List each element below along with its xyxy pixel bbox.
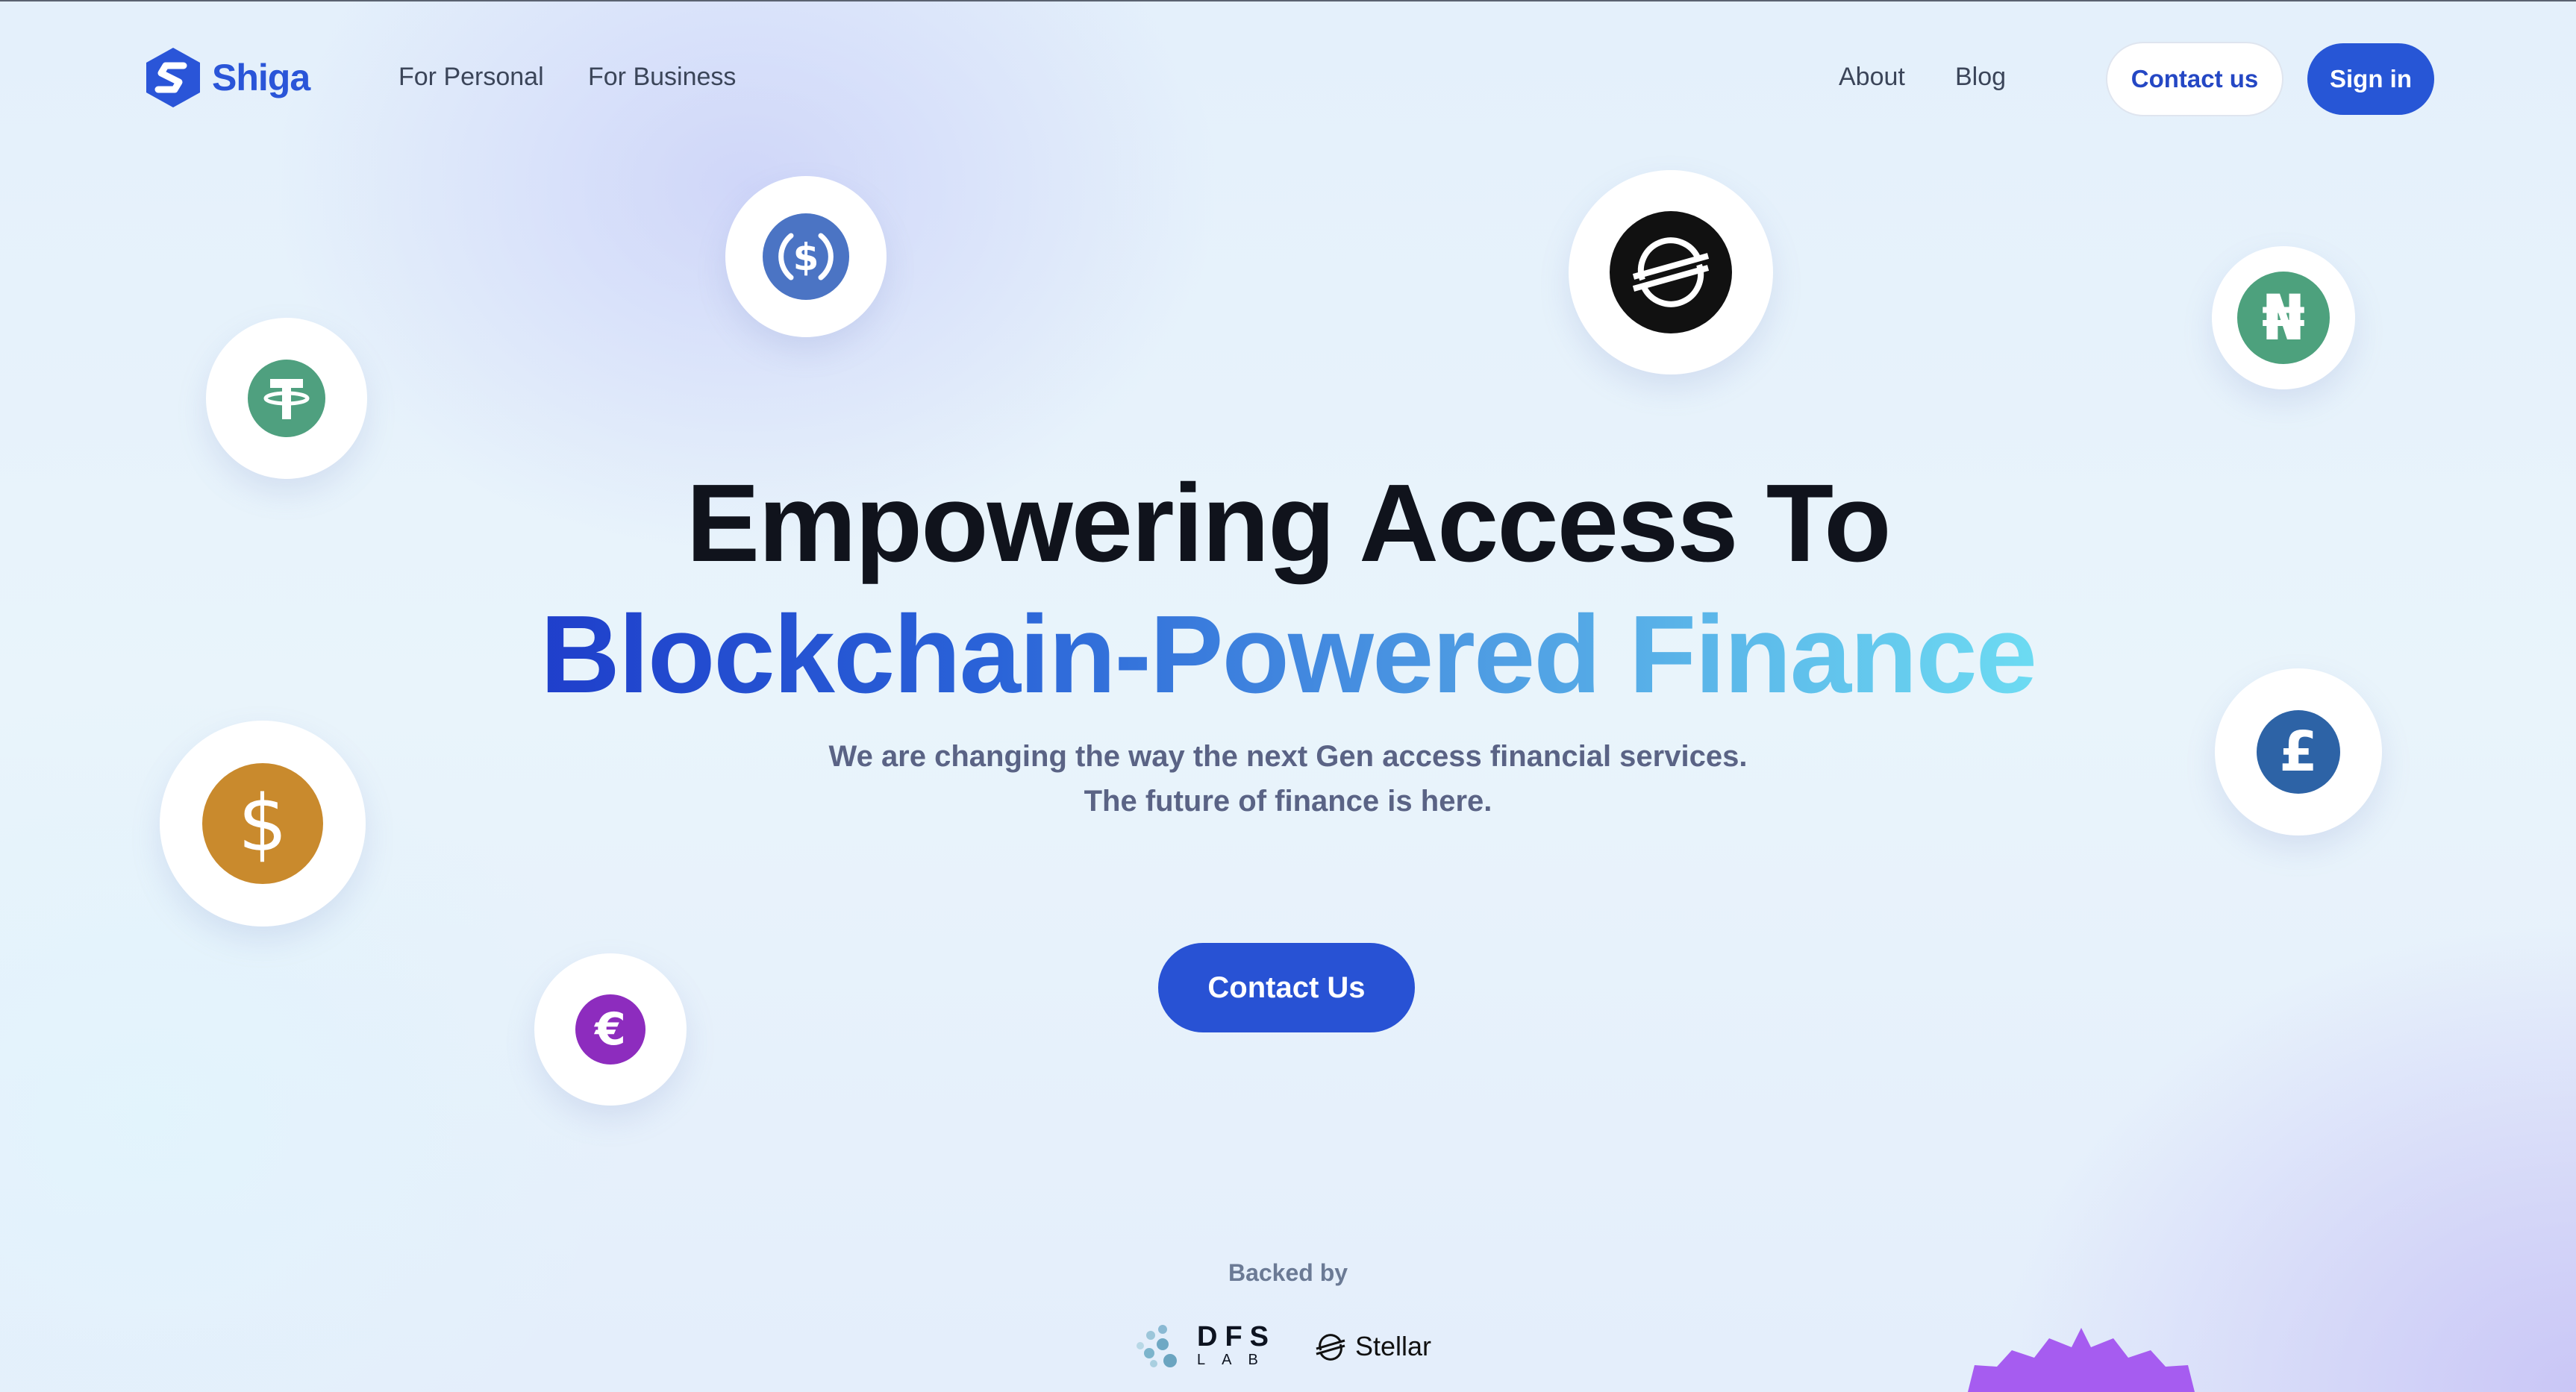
dfs-wordmark: DFS bbox=[1197, 1321, 1276, 1352]
dfs-lab-logo[interactable]: DFS LAB bbox=[1133, 1319, 1276, 1371]
naira-coin-badge: ₦ bbox=[2212, 246, 2355, 389]
nav-link-for-personal[interactable]: For Personal bbox=[398, 63, 544, 92]
stellar-coin-icon bbox=[1610, 211, 1732, 333]
sign-in-button[interactable]: Sign in bbox=[2307, 43, 2434, 115]
tether-coin-badge bbox=[206, 318, 367, 479]
hero-heading-line2: Blockchain-Powered Finance bbox=[0, 588, 2576, 722]
stellar-mark-icon bbox=[1316, 1334, 1345, 1361]
stellar-logo[interactable]: Stellar bbox=[1312, 1328, 1431, 1365]
usdc-coin-badge: $ bbox=[725, 176, 887, 337]
usdc-coin-icon: $ bbox=[763, 213, 849, 300]
contact-us-cta-button[interactable]: Contact Us bbox=[1158, 943, 1415, 1032]
euro-coin-badge: € bbox=[534, 953, 687, 1106]
tether-coin-icon bbox=[248, 360, 325, 437]
dfs-dots-icon bbox=[1137, 1325, 1177, 1367]
naira-coin-icon: ₦ bbox=[2237, 272, 2330, 364]
hero-subtitle-line1: We are changing the way the next Gen acc… bbox=[828, 740, 1748, 773]
nav-link-for-business[interactable]: For Business bbox=[588, 63, 736, 92]
top-navigation: Shiga For Personal For Business About Bl… bbox=[0, 0, 2576, 157]
brand-name: Shiga bbox=[212, 57, 310, 98]
hero-gradient-text: Blockchain-Powered Finance bbox=[540, 593, 2037, 716]
hero-heading-line1: Empowering Access To bbox=[686, 462, 1891, 585]
nav-link-blog[interactable]: Blog bbox=[1955, 63, 2006, 92]
lab-wordmark: LAB bbox=[1197, 1352, 1275, 1368]
dollar-coin-icon: $ bbox=[202, 763, 323, 884]
contact-us-nav-button[interactable]: Contact us bbox=[2106, 42, 2283, 116]
brand-logo[interactable]: Shiga bbox=[140, 45, 310, 110]
stellar-wordmark: Stellar bbox=[1355, 1331, 1432, 1361]
stellar-coin-badge bbox=[1569, 170, 1773, 374]
backed-by-label: Backed by bbox=[1228, 1259, 1348, 1286]
svg-text:$: $ bbox=[793, 236, 819, 279]
purple-burst-decoration bbox=[1968, 1328, 2195, 1392]
hero-subtitle-line2: The future of finance is here. bbox=[1084, 785, 1492, 818]
shiga-logo-icon bbox=[146, 48, 200, 107]
euro-coin-icon: € bbox=[575, 994, 645, 1065]
nav-link-about[interactable]: About bbox=[1839, 63, 1905, 92]
